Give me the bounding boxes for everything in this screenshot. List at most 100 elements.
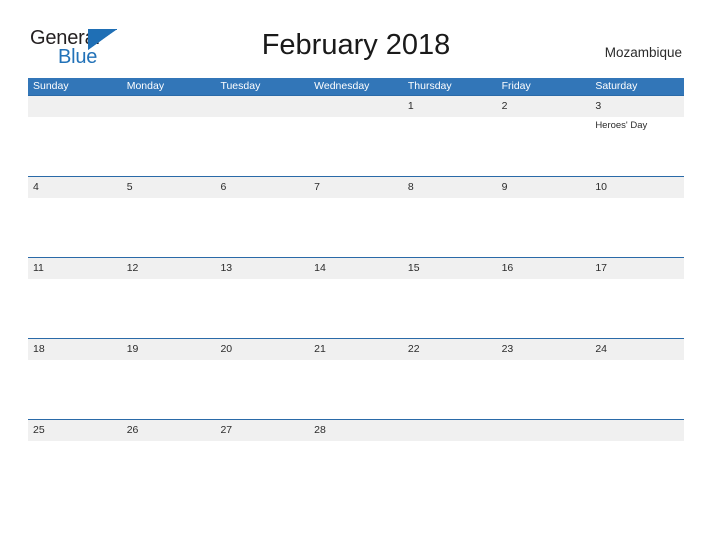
calendar-day-cell[interactable]: 11 [28,258,122,339]
weekday-header-thursday: Thursday [407,80,452,92]
calendar-day-cell[interactable]: 28 [309,420,403,501]
day-number: 4 [33,181,39,193]
day-events [408,198,497,201]
calendar-day-cell[interactable] [122,96,216,177]
day-events [33,117,122,120]
calendar-day-cell[interactable] [28,96,122,177]
calendar-day-cell[interactable]: 23 [497,339,591,420]
calendar-day-cell[interactable]: 14 [309,258,403,339]
day-events [314,198,403,201]
calendar-day-cell[interactable] [590,420,684,501]
weekday-header-wednesday: Wednesday [314,80,370,92]
day-events [502,198,591,201]
calendar-day-cell[interactable]: 5 [122,177,216,258]
calendar-day-cell[interactable] [497,420,591,501]
day-events [408,117,497,120]
calendar-day-cell[interactable]: 18 [28,339,122,420]
calendar-week-row: 25 26 27 28 [28,419,684,500]
day-events [595,198,684,201]
calendar-day-cell[interactable]: 17 [590,258,684,339]
day-number: 5 [126,181,133,193]
day-events: Heroes' Day [595,117,684,132]
calendar-day-cell[interactable]: 2 [497,96,591,177]
day-events [314,441,403,444]
day-events [314,117,403,120]
calendar-day-cell[interactable]: 20 [215,339,309,420]
day-events [595,279,684,282]
day-number: 14 [314,262,326,274]
day-events [127,117,216,120]
day-number: 25 [33,424,45,436]
day-number: 21 [314,343,326,355]
day-events [502,117,591,120]
day-number: 7 [314,181,320,193]
day-events [33,360,122,363]
calendar-day-cell[interactable]: 7 [309,177,403,258]
calendar-day-cell[interactable]: 1 [403,96,497,177]
day-events [314,279,403,282]
day-events [220,279,309,282]
calendar-day-cell[interactable]: 16 [497,258,591,339]
weekday-header-sunday: Sunday [33,80,69,92]
day-events [314,360,403,363]
calendar-day-cell[interactable]: 4 [28,177,122,258]
day-number [314,96,403,117]
calendar-day-cell[interactable]: 25 [28,420,122,501]
day-events [220,360,309,363]
weekday-header-saturday: Saturday [595,80,638,92]
day-number: 2 [501,100,508,112]
day-number: 8 [407,181,414,193]
day-events [127,360,216,363]
day-events [33,198,122,201]
calendar-week-row: 4 5 6 7 8 9 10 [28,176,684,257]
day-number: 11 [33,262,44,274]
calendar-day-cell[interactable] [309,96,403,177]
calendar-day-cell[interactable]: 13 [215,258,309,339]
weekday-header-friday: Friday [501,80,531,92]
calendar-day-cell[interactable]: 6 [215,177,309,258]
day-events [220,117,309,120]
day-number: 28 [314,424,326,436]
calendar-day-cell[interactable]: 8 [403,177,497,258]
day-number: 20 [220,343,233,355]
country-label: Mozambique [604,45,682,60]
day-events [502,441,591,444]
day-number: 19 [126,343,139,355]
calendar-page: General Blue February 2018 Mozambique Su… [0,0,712,550]
day-number: 12 [126,262,139,274]
day-number: 27 [220,424,233,436]
calendar-day-cell[interactable]: 9 [497,177,591,258]
calendar-grid: Sunday Monday Tuesday Wednesday Thursday… [28,78,684,500]
day-events [408,279,497,282]
calendar-day-cell[interactable]: 10 [590,177,684,258]
calendar-day-cell[interactable]: 12 [122,258,216,339]
day-number: 6 [220,181,227,193]
day-events [127,441,216,444]
day-events [220,441,309,444]
day-number: 23 [501,343,514,355]
day-number: 24 [595,343,607,355]
day-number: 15 [407,262,420,274]
calendar-day-cell[interactable]: 27 [215,420,309,501]
calendar-day-cell[interactable] [215,96,309,177]
day-events [408,360,497,363]
calendar-day-cell[interactable]: 26 [122,420,216,501]
calendar-day-cell[interactable]: 3 Heroes' Day [590,96,684,177]
day-events [408,441,497,444]
day-events [33,279,122,282]
day-number [220,96,309,117]
calendar-day-cell[interactable] [403,420,497,501]
calendar-day-cell[interactable]: 15 [403,258,497,339]
day-number: 9 [501,181,508,193]
day-events [127,198,216,201]
day-number [408,420,497,441]
calendar-week-row: 1 2 3 Heroes' Day [28,95,684,176]
calendar-day-cell[interactable]: 19 [122,339,216,420]
day-number: 16 [501,262,514,274]
calendar-day-cell[interactable]: 24 [590,339,684,420]
day-number: 17 [595,262,607,274]
calendar-day-cell[interactable]: 22 [403,339,497,420]
day-events [33,441,122,444]
weekday-header-row: Sunday Monday Tuesday Wednesday Thursday… [28,78,684,95]
calendar-day-cell[interactable]: 21 [309,339,403,420]
